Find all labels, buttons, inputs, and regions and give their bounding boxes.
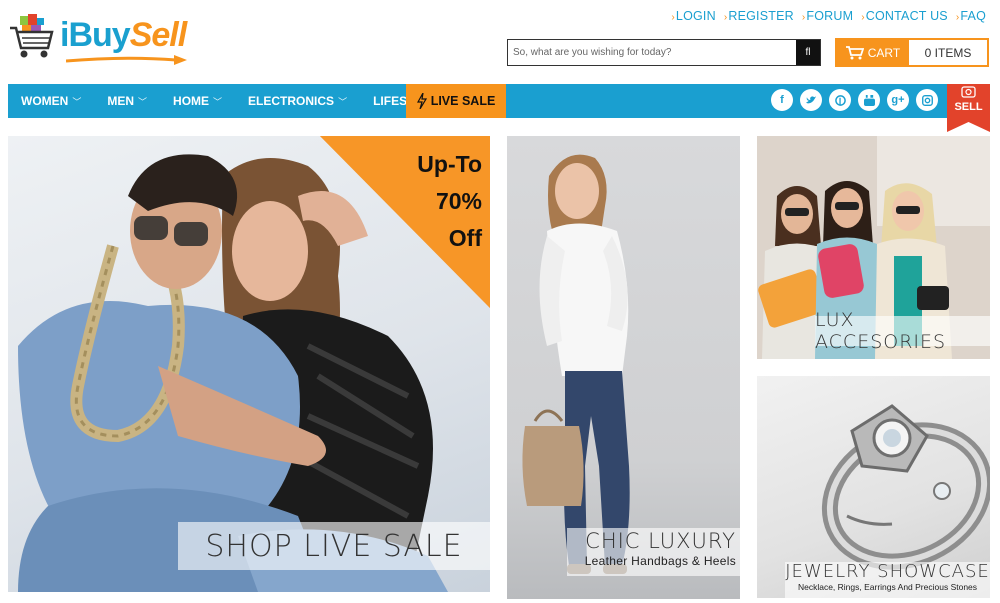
cart-label: CART (867, 45, 901, 60)
youtube-icon[interactable] (858, 89, 880, 111)
cart-button[interactable]: CART (837, 40, 909, 65)
cart-item-count: 0 ITEMS (924, 45, 972, 60)
logo-arrow-icon (66, 55, 187, 65)
faq-label: FAQ (960, 9, 986, 23)
search-button[interactable]: fl (796, 40, 820, 65)
top-links: ›LOGIN ›REGISTER ›FORUM ›CONTACT US ›FAQ (671, 9, 986, 23)
social-links: f g+ (771, 89, 938, 111)
lux-accessories-caption[interactable]: LUX ACCESORIES (815, 309, 990, 353)
lightning-bolt-icon (416, 93, 427, 109)
login-link[interactable]: ›LOGIN (671, 9, 715, 23)
chevron-right-icon: › (861, 12, 865, 23)
google-plus-icon[interactable]: g+ (887, 89, 909, 111)
logo-wordmark: iBuySell (60, 16, 187, 55)
promo-line-off: Off (448, 225, 482, 251)
register-label: REGISTER (728, 9, 794, 23)
nav-item-women[interactable]: WOMEN ﹀ (8, 84, 94, 118)
cart-icon (845, 45, 864, 59)
promo-discount-text: Up-To 70% Off (382, 146, 482, 257)
faq-link[interactable]: ›FAQ (956, 9, 986, 23)
search-icon: fl (805, 47, 811, 58)
search-box: fl (507, 39, 821, 66)
nav-item-electronics[interactable]: ELECTRONICS ﹀ (235, 84, 360, 118)
chevron-right-icon: › (801, 12, 806, 23)
nav-item-home[interactable]: HOME ﹀ (160, 84, 235, 118)
forum-label: FORUM (806, 9, 854, 23)
instagram-icon[interactable] (916, 89, 938, 111)
jewelry-showcase-subtitle: Necklace, Rings, Earrings And Precious S… (797, 582, 978, 592)
promo-tile-jewelry-showcase[interactable]: JEWELRY SHOWCASE Necklace, Rings, Earrin… (757, 376, 990, 598)
twitter-icon[interactable] (800, 89, 822, 111)
nav-live-sale[interactable]: LIVE SALE (406, 84, 506, 118)
promo-tile-chic-luxury[interactable]: CHIC LUXURY Leather Handbags & Heels (507, 136, 740, 599)
chevron-down-icon: ﹀ (72, 96, 82, 107)
live-sale-label: LIVE SALE (430, 94, 496, 108)
contact-us-label: CONTACT US (865, 9, 948, 23)
sell-button[interactable]: SELL (947, 84, 990, 132)
site-logo[interactable]: iBuySell (8, 10, 208, 66)
jewelry-showcase-title: JEWELRY SHOWCASE (785, 561, 990, 582)
promo-line-upto: Up-To (417, 151, 482, 177)
nav-item-label: ELECTRONICS (248, 94, 335, 108)
main-navbar: WOMEN﹀ MEN﹀ HOME﹀ ELECTRONICS﹀ LIFESTYLE… (8, 84, 990, 118)
nav-item-label: HOME (173, 94, 210, 108)
facebook-icon[interactable]: f (771, 89, 793, 111)
promo-tile-live-sale[interactable]: Up-To 70% Off SHOP LIVE SALE (8, 136, 490, 592)
nav-item-label: WOMEN (21, 94, 69, 108)
chevron-right-icon: › (723, 12, 728, 23)
pinterest-icon[interactable] (829, 89, 851, 111)
chevron-down-icon: ﹀ (213, 96, 223, 107)
chic-luxury-title: CHIC LUXURY (585, 529, 736, 553)
promo-tile-lux-accessories[interactable]: LUX ACCESORIES (757, 136, 990, 359)
logo-part-sell: Sell (129, 16, 187, 54)
twitter-bird-glyph (805, 96, 816, 104)
promo-line-percent: 70% (435, 188, 482, 214)
nav-item-label: MEN (107, 94, 135, 108)
chevron-down-icon: ﹀ (138, 96, 148, 107)
forum-link[interactable]: ›FORUM (802, 9, 853, 23)
instagram-glyph (921, 94, 933, 106)
register-link[interactable]: ›REGISTER (724, 9, 794, 23)
nav-item-men[interactable]: MEN ﹀ (94, 84, 160, 118)
chevron-down-icon: ﹀ (338, 96, 348, 107)
chevron-right-icon: › (955, 12, 960, 23)
shopping-cart-logo-icon (10, 14, 54, 58)
jewelry-showcase-caption[interactable]: JEWELRY SHOWCASE Necklace, Rings, Earrin… (785, 562, 990, 598)
search-input[interactable] (508, 40, 796, 65)
contact-us-link[interactable]: ›CONTACT US (861, 9, 948, 23)
youtube-glyph (863, 94, 875, 106)
chevron-right-icon: › (671, 12, 675, 23)
login-label: LOGIN (675, 9, 716, 23)
pinterest-glyph (834, 94, 846, 106)
shop-live-sale-caption[interactable]: SHOP LIVE SALE (178, 522, 490, 570)
sell-label: SELL (954, 101, 983, 113)
chic-luxury-caption[interactable]: CHIC LUXURY Leather Handbags & Heels (567, 528, 740, 576)
chic-luxury-subtitle: Leather Handbags & Heels (584, 554, 736, 568)
cart-widget[interactable]: CART 0 ITEMS (835, 38, 989, 67)
logo-part-ibuy: iBuy (60, 16, 131, 54)
